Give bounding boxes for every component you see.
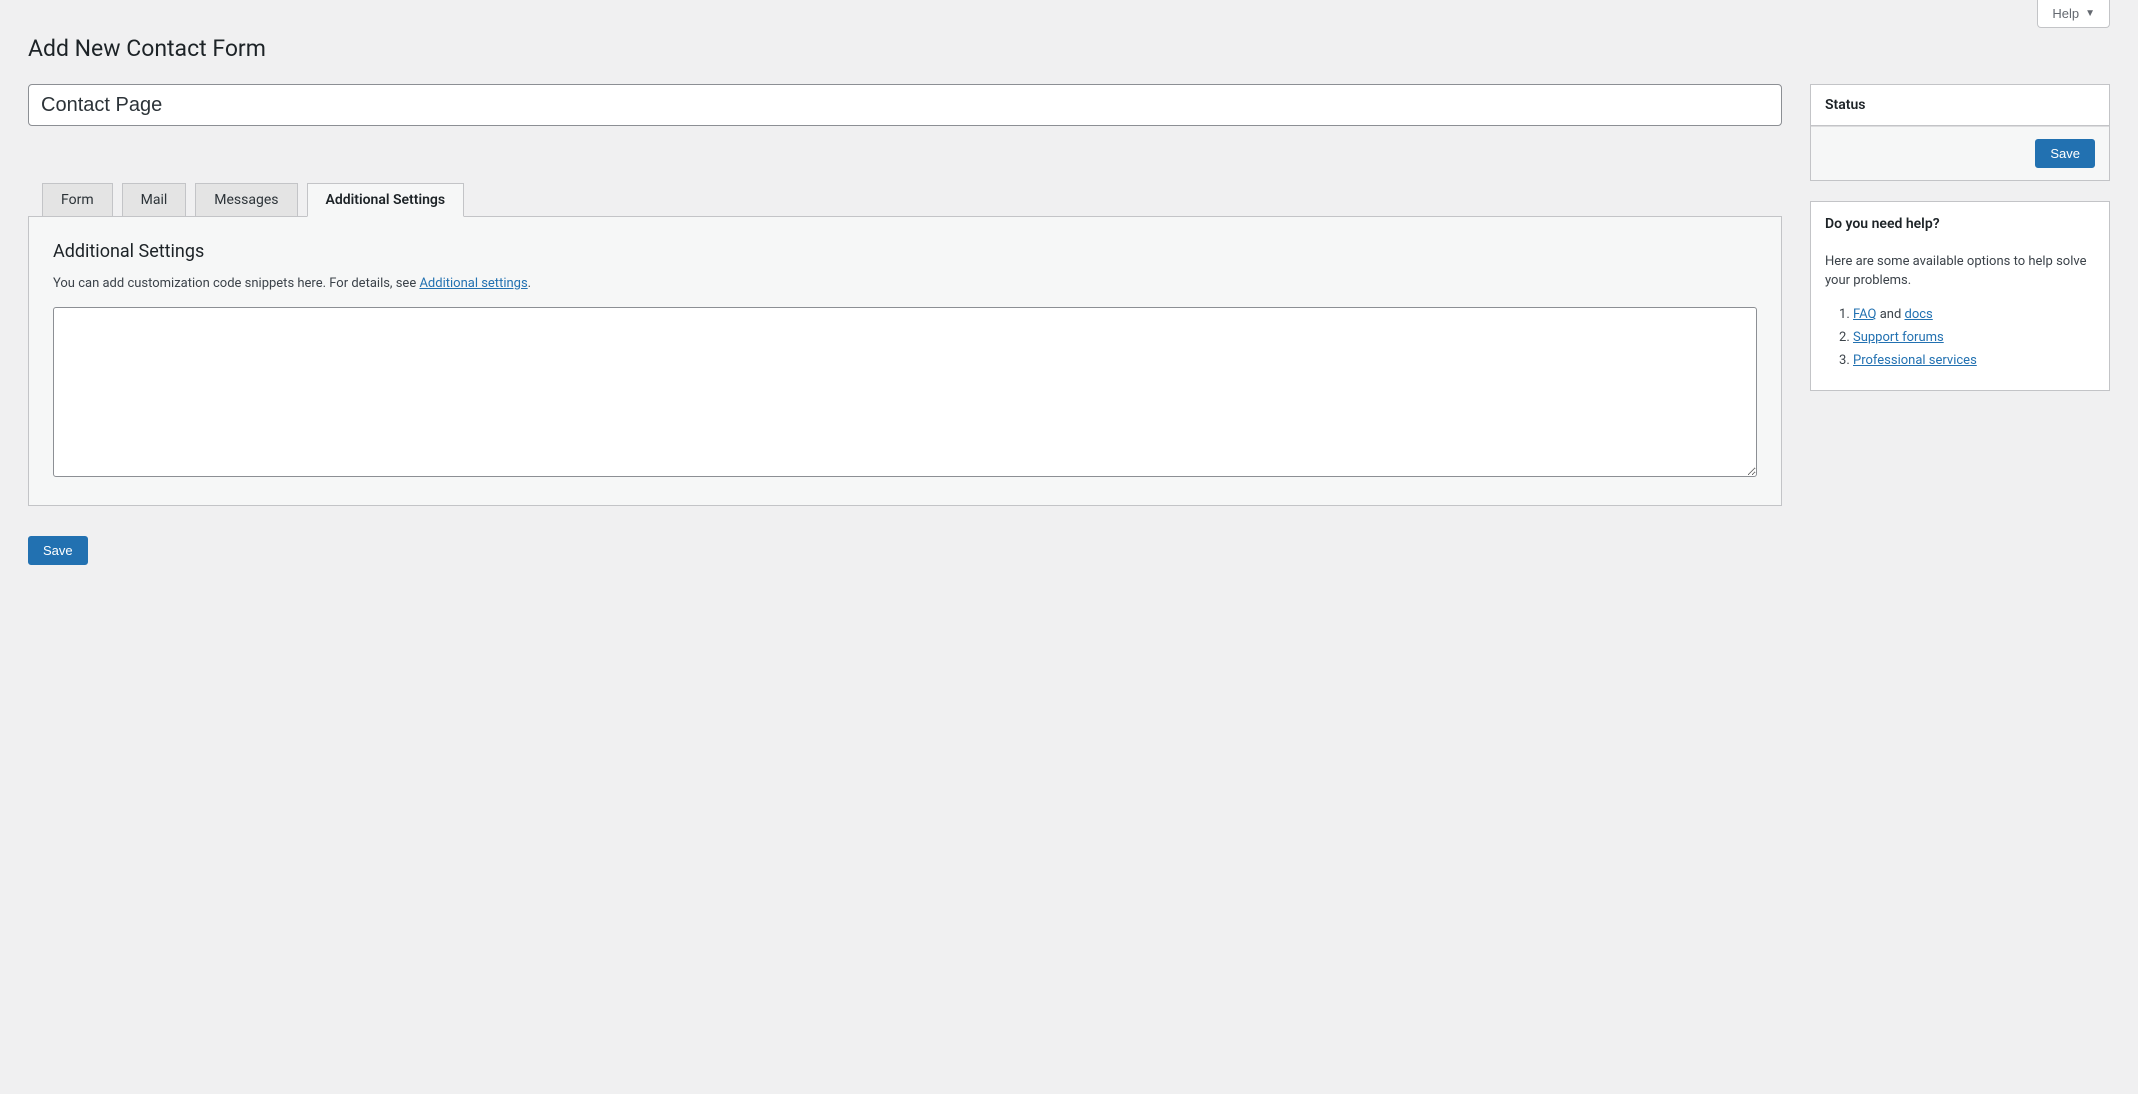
- page-title: Add New Contact Form: [28, 34, 2110, 64]
- caret-down-icon: ▼: [2085, 8, 2095, 19]
- additional-settings-link[interactable]: Additional settings: [419, 276, 527, 291]
- tab-mail[interactable]: Mail: [122, 183, 187, 217]
- sidebar-save-button[interactable]: Save: [2035, 139, 2095, 168]
- panel-description-prefix: You can add customization code snippets …: [53, 276, 419, 291]
- help-links-list: FAQ and docs Support forums Professional…: [1825, 307, 2095, 368]
- help-toggle-button[interactable]: Help ▼: [2037, 0, 2110, 28]
- help-link-item: Professional services: [1853, 353, 2095, 368]
- help-box: Do you need help? Here are some availabl…: [1810, 201, 2110, 391]
- status-box-footer: Save: [1811, 126, 2109, 180]
- additional-settings-textarea[interactable]: [53, 307, 1757, 477]
- status-box-heading: Status: [1811, 85, 2109, 126]
- save-button[interactable]: Save: [28, 536, 88, 565]
- faq-link[interactable]: FAQ: [1853, 307, 1876, 322]
- main-column: Form Mail Messages Additional Settings A…: [28, 84, 1782, 565]
- panel-heading: Additional Settings: [53, 241, 1757, 262]
- help-toggle-label: Help: [2052, 6, 2079, 21]
- professional-services-link[interactable]: Professional services: [1853, 353, 1977, 368]
- panel-description: You can add customization code snippets …: [53, 276, 1757, 291]
- tab-messages[interactable]: Messages: [195, 183, 297, 217]
- help-box-intro: Here are some available options to help …: [1825, 252, 2095, 291]
- docs-link[interactable]: docs: [1905, 307, 1933, 322]
- help-item-middle-text: and: [1876, 307, 1904, 322]
- panel-description-suffix: .: [528, 276, 531, 291]
- tab-additional-settings[interactable]: Additional Settings: [307, 183, 465, 217]
- sidebar-column: Status Save Do you need help? Here are s…: [1810, 84, 2110, 391]
- status-box: Status Save: [1810, 84, 2110, 181]
- tab-form[interactable]: Form: [42, 183, 113, 217]
- help-box-heading: Do you need help?: [1825, 216, 2095, 232]
- help-link-item: Support forums: [1853, 330, 2095, 345]
- form-title-input[interactable]: [28, 84, 1782, 126]
- help-link-item: FAQ and docs: [1853, 307, 2095, 322]
- tab-list: Form Mail Messages Additional Settings: [42, 182, 1782, 216]
- additional-settings-panel: Additional Settings You can add customiz…: [28, 216, 1782, 506]
- support-forums-link[interactable]: Support forums: [1853, 330, 1944, 345]
